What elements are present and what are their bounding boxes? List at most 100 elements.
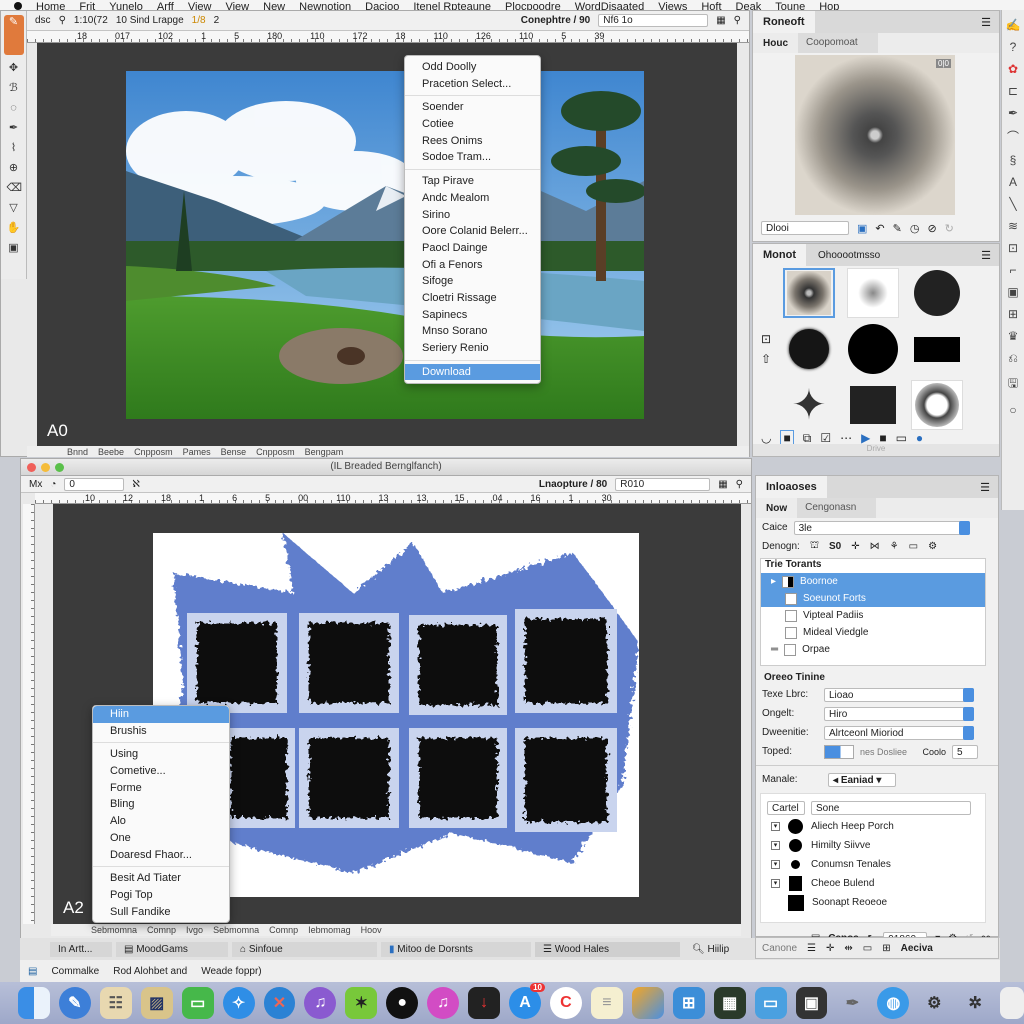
- tab-coopomoat[interactable]: Coopomoat: [798, 33, 878, 53]
- bottom-tab[interactable]: In Artt...: [50, 941, 112, 957]
- text-library-select[interactable]: Lioao: [824, 687, 974, 702]
- messages-icon[interactable]: ▭: [181, 987, 214, 1019]
- stepper-icon[interactable]: [958, 520, 970, 535]
- refresh-icon[interactable]: ↻: [945, 222, 954, 235]
- panel-title[interactable]: Roneoft: [753, 11, 815, 33]
- size-select[interactable]: 0: [64, 477, 125, 491]
- menu-item[interactable]: Using: [93, 746, 229, 763]
- brush-ring[interactable]: [911, 380, 963, 430]
- menu-item[interactable]: Paocl Dainge: [405, 240, 540, 257]
- pin-icon[interactable]: ⚲: [736, 479, 743, 490]
- panel-menu-icon[interactable]: ☰: [981, 249, 991, 262]
- chrome-icon[interactable]: C: [549, 987, 582, 1019]
- bow-icon[interactable]: ⋈: [870, 541, 880, 552]
- doc-tab[interactable]: Sebmomna: [213, 925, 259, 935]
- shape-tool-icon[interactable]: ▽: [7, 201, 21, 215]
- doc-tab[interactable]: Bense: [221, 447, 247, 457]
- stepper-icon[interactable]: [963, 725, 974, 740]
- cartel-select[interactable]: Sone: [811, 800, 971, 815]
- apple-icon[interactable]: [14, 2, 22, 10]
- pin-icon[interactable]: ⚲: [734, 15, 741, 26]
- brush-list-item[interactable]: ▾ Cheoe Bulend: [761, 874, 985, 893]
- zoom-select[interactable]: R010: [615, 477, 711, 491]
- brush-settings-icon[interactable]: ⊡: [761, 329, 771, 349]
- bottom-tab[interactable]: ▤ MoodGams: [116, 941, 228, 957]
- align-icon[interactable]: ☰: [807, 943, 816, 954]
- option-mode[interactable]: Mx: [29, 479, 42, 490]
- active-tool-icon[interactable]: ✎: [3, 15, 24, 55]
- menu-item[interactable]: Ofi a Fenors: [405, 257, 540, 274]
- stamp-icon[interactable]: ⛫: [810, 540, 819, 553]
- tree-item[interactable]: ▸ Boornoe: [761, 573, 985, 590]
- menu-item[interactable]: Bling: [93, 796, 229, 813]
- brush-option-icon[interactable]: ◔: [50, 479, 56, 490]
- globe-icon[interactable]: ◍: [877, 987, 910, 1019]
- camera-icon[interactable]: ▣: [7, 241, 21, 255]
- pen-tool-icon[interactable]: ✒: [7, 121, 21, 135]
- stamp-tool-icon[interactable]: ⊕: [7, 161, 21, 175]
- direction-select[interactable]: Alrtceonl Mioriod: [824, 725, 974, 740]
- info-icon[interactable]: ⊡: [1008, 241, 1018, 255]
- menu-item[interactable]: Pogi Top: [93, 887, 229, 904]
- settings-icon[interactable]: ⚙: [928, 541, 937, 552]
- doc-tab[interactable]: Comnp: [269, 925, 298, 935]
- airbrush-icon[interactable]: ℵ: [132, 479, 139, 490]
- history-icon[interactable]: ⎌: [1008, 351, 1018, 366]
- menu-item[interactable]: Odd Doolly: [405, 59, 540, 76]
- preview-icon[interactable]: ▨: [140, 987, 173, 1019]
- footer2-label[interactable]: Canone: [762, 943, 797, 954]
- color-swatch-icon[interactable]: ■: [879, 431, 886, 445]
- frame-icon[interactable]: ▭: [863, 943, 872, 954]
- doc-tab[interactable]: Pames: [183, 447, 211, 457]
- brush-hard-round[interactable]: [911, 268, 963, 318]
- contacts-icon[interactable]: ☷: [99, 987, 132, 1019]
- zoom-button[interactable]: [55, 463, 64, 472]
- menu-item[interactable]: Sifoge: [405, 273, 540, 290]
- move-tool-icon[interactable]: ✥: [7, 61, 21, 75]
- expand-icon[interactable]: ▸: [771, 576, 776, 587]
- cartel-label[interactable]: Cartel: [767, 800, 805, 815]
- pen-icon[interactable]: ✒: [836, 987, 868, 1019]
- color-select[interactable]: 3le: [793, 520, 970, 535]
- stamp-icon[interactable]: ⊞: [1008, 307, 1018, 321]
- menu-item-download[interactable]: Download: [405, 363, 540, 381]
- eraser-tool-icon[interactable]: ⌫: [7, 181, 23, 195]
- finder-icon[interactable]: [18, 987, 50, 1019]
- tree-item[interactable]: Vipteal Padiis: [761, 607, 985, 624]
- photos-icon[interactable]: [631, 987, 664, 1019]
- adjust-icon[interactable]: ≋: [1008, 219, 1018, 233]
- brush-solid-round[interactable]: [847, 324, 899, 374]
- xcode-icon[interactable]: ✕: [263, 987, 296, 1019]
- panel-menu-icon[interactable]: ☰: [981, 16, 991, 29]
- brush-option-icon[interactable]: ⚲: [59, 15, 66, 26]
- menu-item[interactable]: Cotiee: [405, 116, 540, 133]
- tree-item[interactable]: Mideal Viedgle: [761, 624, 985, 641]
- pencil-icon[interactable]: ✎: [893, 222, 902, 235]
- tree-item[interactable]: ═ Orpae: [761, 641, 985, 658]
- menu-item[interactable]: Cometive...: [93, 763, 229, 780]
- preset-field[interactable]: Dlooi: [761, 221, 849, 235]
- menu-item[interactable]: Tap Ріrave: [405, 173, 540, 190]
- play-icon[interactable]: ▶: [861, 431, 870, 445]
- option-size[interactable]: 1:10(72: [74, 15, 108, 26]
- doc-tab[interactable]: Beebe: [98, 447, 124, 457]
- menu-item[interactable]: Besit Ad Tiater: [93, 870, 229, 887]
- checkbox[interactable]: ▾: [771, 879, 780, 888]
- crown-icon[interactable]: ♛: [1008, 329, 1019, 343]
- menu-item[interactable]: Alo: [93, 813, 229, 830]
- menu-item[interactable]: Sapinecs: [405, 307, 540, 324]
- layer-icon[interactable]: ⊏: [1008, 84, 1018, 98]
- brush-star[interactable]: ✦: [783, 380, 835, 430]
- menu-item[interactable]: Forme: [93, 780, 229, 797]
- menu-item[interactable]: Brushis: [93, 723, 229, 740]
- search-icon[interactable]: ○: [1009, 403, 1016, 417]
- launchpad-icon[interactable]: ✎: [58, 987, 91, 1019]
- calculator-icon[interactable]: ▦: [713, 987, 746, 1019]
- text-icon[interactable]: A: [1009, 175, 1017, 189]
- option-preset[interactable]: 10 Sind Lrapge: [116, 15, 184, 26]
- cools-select[interactable]: 5: [952, 744, 978, 759]
- doc-tab[interactable]: Hoov: [361, 925, 382, 935]
- brush-airbrush[interactable]: [847, 268, 899, 318]
- doc-tab[interactable]: Bengpam: [305, 447, 344, 457]
- color-icon[interactable]: ✿: [1008, 62, 1018, 76]
